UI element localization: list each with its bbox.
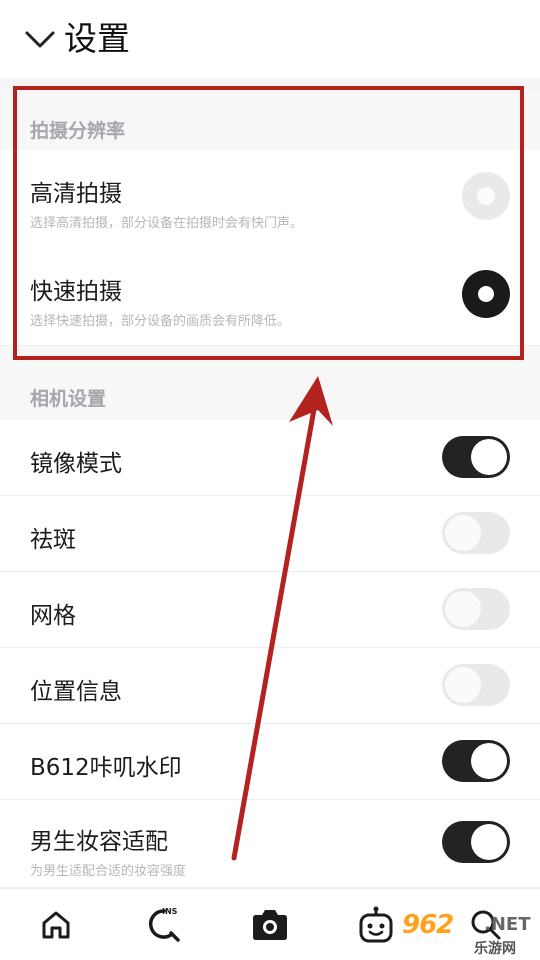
setting-grid[interactable]: 网格 bbox=[0, 572, 540, 648]
setting-location-toggle[interactable] bbox=[442, 664, 510, 706]
setting-male-makeup-label: 男生妆容适配 bbox=[30, 829, 168, 855]
nav-face[interactable] bbox=[356, 905, 396, 945]
section-header-resolution: 拍摄分辨率 bbox=[0, 92, 540, 150]
section-title-resolution: 拍摄分辨率 bbox=[30, 120, 126, 142]
ins-badge: INS bbox=[162, 907, 178, 916]
setting-grid-toggle[interactable] bbox=[442, 588, 510, 630]
option-fast-label: 快速拍摄 bbox=[30, 279, 122, 305]
option-hd[interactable]: 高清拍摄 选择高清拍摄，部分设备在拍摄时会有快门声。 bbox=[0, 150, 540, 248]
setting-mirror[interactable]: 镜像模式 bbox=[0, 420, 540, 496]
nav-camera[interactable] bbox=[250, 905, 290, 945]
setting-male-makeup-toggle[interactable] bbox=[442, 821, 510, 863]
watermark-number: 962 bbox=[402, 910, 454, 940]
setting-mirror-label: 镜像模式 bbox=[30, 451, 122, 477]
setting-location[interactable]: 位置信息 bbox=[0, 648, 540, 724]
camera-icon bbox=[253, 910, 287, 940]
site-watermark: 962 .NET 乐游网 bbox=[400, 908, 540, 960]
option-hd-label: 高清拍摄 bbox=[30, 181, 122, 207]
watermark-suffix: .NET bbox=[484, 914, 531, 935]
section-title-camera: 相机设置 bbox=[30, 388, 107, 410]
watermark-site: 乐游网 bbox=[474, 941, 516, 957]
chevron-down-icon bbox=[25, 31, 55, 48]
option-fast-radio[interactable] bbox=[462, 270, 510, 318]
option-fast[interactable]: 快速拍摄 选择快速拍摄，部分设备的画质会有所降低。 bbox=[0, 248, 540, 346]
setting-mirror-toggle[interactable] bbox=[442, 436, 510, 478]
header-bar: 设置 bbox=[0, 0, 540, 78]
page-title: 设置 bbox=[64, 19, 130, 58]
setting-location-label: 位置信息 bbox=[30, 679, 122, 705]
setting-freckle-label: 祛斑 bbox=[30, 527, 76, 553]
back-button[interactable] bbox=[20, 22, 60, 58]
setting-watermark-label: B612咔叽水印 bbox=[30, 755, 182, 781]
option-hd-radio[interactable] bbox=[462, 172, 510, 220]
setting-watermark[interactable]: B612咔叽水印 bbox=[0, 724, 540, 800]
option-fast-desc: 选择快速拍摄，部分设备的画质会有所降低。 bbox=[30, 314, 291, 329]
setting-freckle-toggle[interactable] bbox=[442, 512, 510, 554]
option-hd-desc: 选择高清拍摄，部分设备在拍摄时会有快门声。 bbox=[30, 216, 304, 231]
nav-home[interactable] bbox=[36, 905, 76, 945]
setting-male-makeup-desc: 为男生适配合适的妆容强度 bbox=[30, 864, 187, 879]
setting-watermark-toggle[interactable] bbox=[442, 740, 510, 782]
section-header-camera: 相机设置 bbox=[0, 346, 540, 420]
home-icon bbox=[42, 911, 70, 939]
setting-male-makeup[interactable]: 男生妆容适配 为男生适配合适的妆容强度 bbox=[0, 800, 540, 888]
robot-face-icon bbox=[359, 906, 393, 943]
setting-freckle[interactable]: 祛斑 bbox=[0, 496, 540, 572]
nav-ins[interactable]: INS bbox=[144, 905, 184, 945]
setting-grid-label: 网格 bbox=[30, 603, 76, 629]
